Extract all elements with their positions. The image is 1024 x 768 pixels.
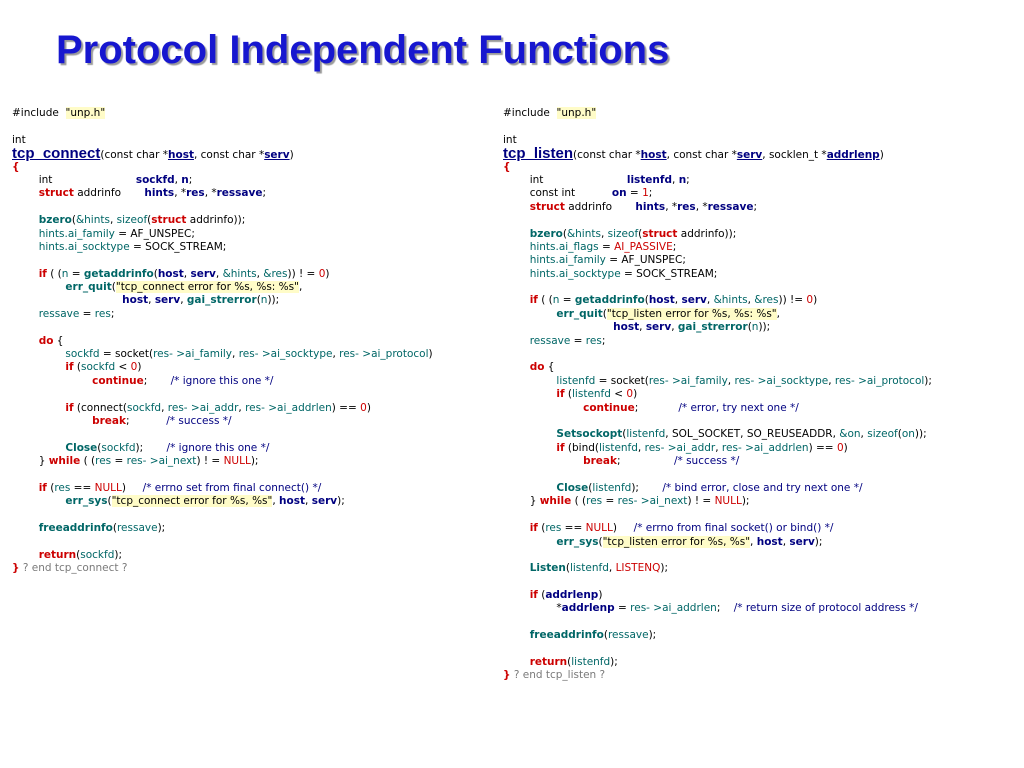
end-comment: ? end tcp_listen ?: [513, 669, 606, 682]
code-line: tcp_connect(const char *host, const char…: [12, 145, 294, 163]
code-line: hints.ai_socktype = SOCK_STREAM;: [529, 267, 718, 280]
code-line: tcp_listen(const char *host, const char …: [503, 145, 884, 163]
code-line: Setsockopt(listenfd, SOL_SOCKET, SO_REUS…: [556, 428, 927, 441]
code-line: hints.ai_flags = AI_PASSIVE;: [529, 240, 677, 253]
code-line: freeaddrinfo(ressave);: [38, 522, 166, 535]
code-line: const int on = 1;: [503, 187, 653, 200]
code-line: sockfd = socket(res- >ai_family, res- >a…: [65, 348, 433, 361]
code-line: hints.ai_family = AF_UNSPEC;: [38, 227, 195, 240]
end-comment: ? end tcp_connect ?: [22, 562, 128, 575]
code-line: #include "unp.h": [12, 107, 106, 119]
code-line: bzero(&hints, sizeof(struct addrinfo));: [529, 227, 737, 240]
code-line: if ( (n = getaddrinfo(host, serv, &hints…: [38, 267, 330, 280]
code-line: freeaddrinfo(ressave);: [529, 629, 657, 642]
code-line: if (listenfd < 0): [556, 388, 638, 401]
code-line: ressave = res;: [38, 307, 115, 320]
code-line: bzero(&hints, sizeof(struct addrinfo));: [38, 214, 246, 227]
code-line: break; /* success */: [583, 455, 740, 468]
code-line: {: [503, 160, 511, 173]
code-line: if (res == NULL) /* errno set from final…: [38, 481, 322, 494]
code-line: Close(listenfd); /* bind error, close an…: [556, 481, 863, 494]
code-line: } while ( (res = res- >ai_next) ! = NULL…: [503, 495, 750, 508]
code-listing-tcp-connect: #include "unp.h" int tcp_connect(const cha…: [12, 107, 433, 576]
code-line: err_sys("tcp_connect error for %s, %s", …: [65, 495, 345, 508]
code-line: err_sys("tcp_listen error for %s, %s", h…: [556, 535, 823, 548]
function-name: tcp_connect: [12, 145, 101, 163]
code-line: err_quit("tcp_listen error for %s, %s: %…: [556, 307, 780, 320]
code-line: listenfd = socket(res- >ai_family, res- …: [556, 374, 932, 387]
code-line: host, serv, gai_strerror(n));: [122, 294, 280, 307]
code-line: Listen(listenfd, LISTENQ);: [529, 562, 668, 575]
code-line: err_quit("tcp_connect error for %s, %s: …: [65, 281, 303, 294]
code-line: do {: [38, 334, 64, 347]
slide-title: Protocol Independent Functions: [56, 28, 670, 72]
code-line: return(sockfd);: [38, 548, 123, 561]
code-line: host, serv, gai_strerror(n));: [613, 321, 771, 334]
code-line: hints.ai_family = AF_UNSPEC;: [529, 254, 686, 267]
code-line: if ( (n = getaddrinfo(host, serv, &hints…: [529, 294, 818, 307]
code-line: int listenfd, n;: [503, 173, 690, 186]
code-line: continue; /* error, try next one */: [583, 401, 799, 414]
code-line: } while ( (res = res- >ai_next) ! = NULL…: [12, 455, 259, 468]
code-line: continue; /* ignore this one */: [92, 374, 274, 387]
code-line: if (bind(listenfd, res- >ai_addr, res- >…: [556, 441, 848, 454]
code-line: hints.ai_socktype = SOCK_STREAM;: [38, 240, 227, 253]
code-listing-tcp-listen: #include "unp.h" int tcp_listen(const char…: [503, 107, 932, 683]
function-name: tcp_listen: [503, 145, 574, 163]
code-line: return(listenfd);: [529, 656, 618, 669]
code-line: break; /* success */: [92, 414, 232, 427]
code-line: } ? end tcp_connect ?: [12, 562, 128, 575]
code-line: struct addrinfo hints, *res, *ressave;: [38, 187, 267, 200]
code-line: struct addrinfo hints, *res, *ressave;: [529, 200, 758, 213]
code-line: if (sockfd < 0): [65, 361, 142, 374]
code-line: if (addrlenp): [529, 589, 603, 602]
code-line: Close(sockfd); /* ignore this one */: [65, 441, 270, 454]
code-line: ressave = res;: [529, 334, 606, 347]
code-line: #include "unp.h": [503, 107, 597, 119]
code-line: int sockfd, n;: [12, 173, 193, 186]
code-line: do {: [529, 361, 555, 374]
code-line: *addrlenp = res- >ai_addrlen; /* return …: [503, 602, 918, 615]
code-line: {: [12, 160, 20, 173]
code-line: if (res == NULL) /* errno from final soc…: [529, 522, 834, 535]
code-line: } ? end tcp_listen ?: [503, 669, 606, 682]
code-line: if (connect(sockfd, res- >ai_addr, res- …: [65, 401, 371, 414]
